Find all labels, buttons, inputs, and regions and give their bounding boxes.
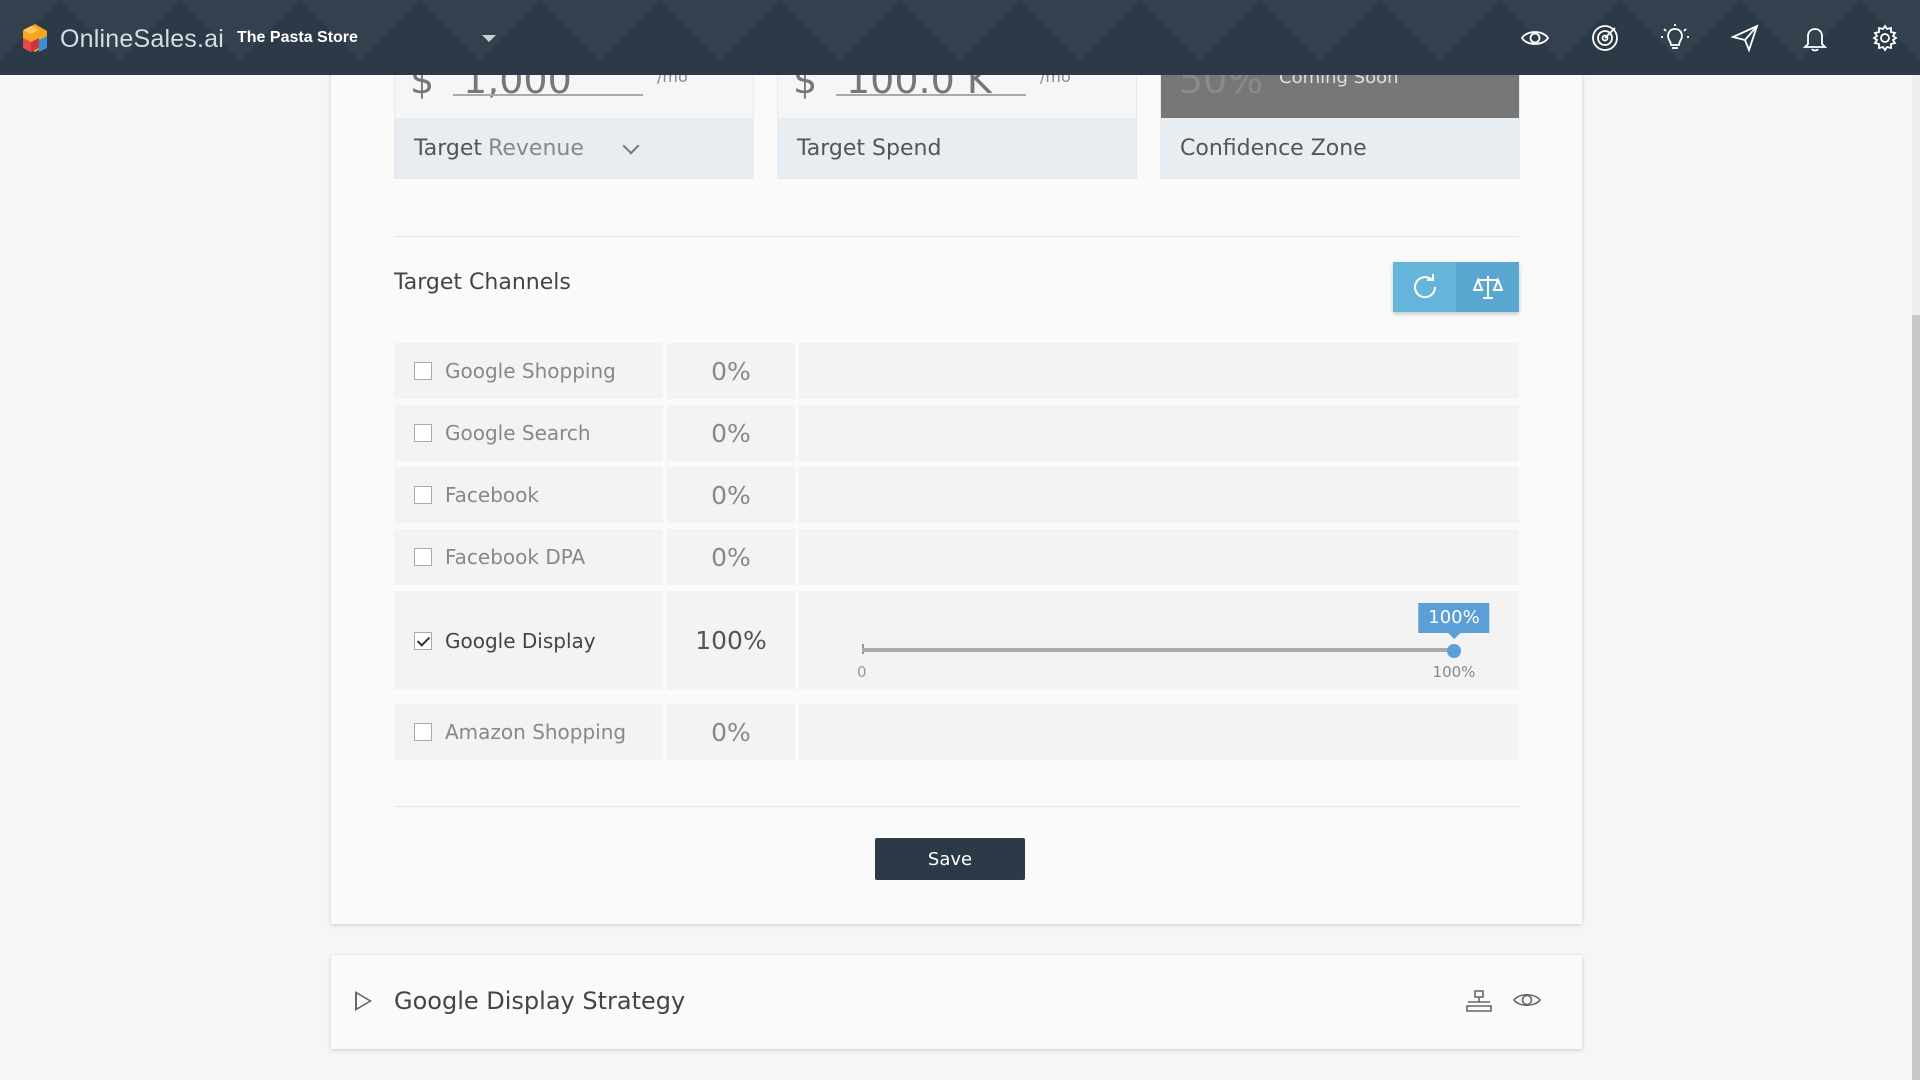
- target-spend-label: Target Spend: [778, 118, 1136, 178]
- target-revenue-metric: $ 1,000 /mo Target Revenue: [394, 60, 754, 179]
- bulb-icon: [1661, 23, 1689, 49]
- target-revenue-underline: [453, 94, 643, 96]
- settings-button[interactable]: [1850, 0, 1920, 75]
- channel-name: Google Shopping: [445, 359, 616, 383]
- target-icon: [1592, 24, 1618, 51]
- slider-max-label: 100%: [1432, 663, 1476, 681]
- section-divider: [394, 806, 1519, 807]
- channel-name-cell[interactable]: Google Shopping: [394, 343, 663, 399]
- save-button[interactable]: Save: [875, 838, 1025, 880]
- channel-allocation-bar: [799, 343, 1519, 399]
- channel-allocation-bar: [799, 704, 1519, 760]
- allocation-slider-fill: [862, 648, 1454, 652]
- channel-name: Facebook: [445, 483, 539, 507]
- channel-checkbox[interactable]: [414, 424, 432, 442]
- channel-checkbox-checked[interactable]: [414, 631, 432, 650]
- channel-name-cell[interactable]: Facebook DPA: [394, 529, 663, 585]
- channel-name-cell[interactable]: Google Search: [394, 405, 663, 461]
- balance-scale-icon: [1472, 276, 1503, 299]
- store-name: The Pasta Store: [237, 29, 358, 46]
- confidence-zone-label: Confidence Zone: [1161, 118, 1519, 178]
- target-spend-metric: $ 100.0 K /mo Target Spend: [777, 60, 1137, 179]
- chevron-down-icon: [622, 137, 640, 155]
- channel-name-cell[interactable]: Google Display: [394, 591, 663, 690]
- preview-button[interactable]: [1500, 0, 1570, 75]
- channel-allocation-bar: [799, 529, 1519, 585]
- channel-checkbox[interactable]: [414, 362, 432, 380]
- strategy-title[interactable]: Google Display Strategy: [394, 987, 685, 1015]
- allocation-slider-handle[interactable]: [1447, 644, 1461, 658]
- bell-icon: [1802, 27, 1828, 51]
- channel-row-google-shopping: Google Shopping 0%: [394, 343, 1519, 399]
- target-channels-title: Target Channels: [394, 270, 571, 295]
- store-selector[interactable]: The Pasta Store: [222, 14, 508, 62]
- google-display-strategy-card: Google Display Strategy: [331, 955, 1582, 1049]
- insights-button[interactable]: [1640, 0, 1710, 75]
- channel-row-google-search: Google Search 0%: [394, 405, 1519, 461]
- channel-name: Facebook DPA: [445, 545, 586, 569]
- eye-icon[interactable]: [1512, 985, 1542, 1015]
- channel-row-facebook-dpa: Facebook DPA 0%: [394, 529, 1519, 585]
- channel-checkbox[interactable]: [414, 548, 432, 566]
- allocation-slider-tooltip: 100%: [1418, 603, 1490, 639]
- allocation-slider-track[interactable]: [862, 648, 1454, 652]
- top-navigation-bar: OnlineSales.ai The Pasta Store: [0, 0, 1920, 75]
- send-icon: [1730, 23, 1759, 53]
- confidence-zone-metric: 50% Coming Soon Confidence Zone: [1160, 60, 1520, 179]
- refresh-icon: [1413, 274, 1436, 299]
- target-revenue-type: Revenue: [488, 135, 584, 161]
- logo-cubes-icon: [23, 24, 47, 52]
- channel-allocation-slider-area: 100% 0 100%: [799, 591, 1519, 690]
- slider-min-label: 0: [857, 663, 867, 681]
- top-icon-group: [1500, 0, 1920, 75]
- expand-play-icon[interactable]: [355, 991, 372, 1011]
- channel-row-facebook: Facebook 0%: [394, 467, 1519, 523]
- channel-percent: 0%: [667, 343, 795, 399]
- app-logo[interactable]: OnlineSales.ai: [18, 22, 224, 56]
- channel-name: Google Search: [445, 421, 591, 445]
- logo-text: OnlineSales.ai: [60, 24, 225, 53]
- section-divider: [394, 236, 1519, 237]
- channel-tools: [1393, 262, 1519, 312]
- channel-name-cell[interactable]: Facebook: [394, 467, 663, 523]
- channel-row-google-display: Google Display 100% 100% 0 100%: [394, 591, 1519, 690]
- channel-name: Amazon Shopping: [445, 720, 627, 744]
- channel-name: Google Display: [445, 628, 596, 653]
- target-revenue-selector[interactable]: Target Revenue: [395, 118, 753, 178]
- goal-settings-card: $ 1,000 /mo Target Revenue $ 100.0 K /mo…: [331, 60, 1582, 924]
- caret-down-icon: [482, 35, 496, 42]
- balance-allocation-button[interactable]: [1456, 262, 1519, 312]
- channel-row-amazon-shopping: Amazon Shopping 0%: [394, 704, 1519, 760]
- channel-percent: 0%: [667, 704, 795, 760]
- eye-icon: [1520, 30, 1550, 45]
- targeting-button[interactable]: [1570, 0, 1640, 75]
- target-revenue-label: Target: [414, 135, 483, 161]
- channel-percent: 0%: [667, 405, 795, 461]
- notifications-button[interactable]: [1780, 0, 1850, 75]
- send-button[interactable]: [1710, 0, 1780, 75]
- reset-allocation-button[interactable]: [1393, 262, 1456, 312]
- gear-icon: [1872, 23, 1898, 52]
- channel-percent: 100%: [667, 591, 795, 690]
- channel-allocation-bar: [799, 467, 1519, 523]
- channel-checkbox[interactable]: [414, 723, 432, 741]
- channel-percent: 0%: [667, 529, 795, 585]
- hierarchy-icon[interactable]: [1464, 985, 1494, 1015]
- page-scrollbar-thumb[interactable]: [1912, 315, 1920, 1080]
- channel-percent: 0%: [667, 467, 795, 523]
- channel-name-cell[interactable]: Amazon Shopping: [394, 704, 663, 760]
- target-spend-underline: [836, 94, 1026, 96]
- channel-checkbox[interactable]: [414, 486, 432, 504]
- strategy-actions: [1464, 985, 1542, 1015]
- channel-allocation-bar: [799, 405, 1519, 461]
